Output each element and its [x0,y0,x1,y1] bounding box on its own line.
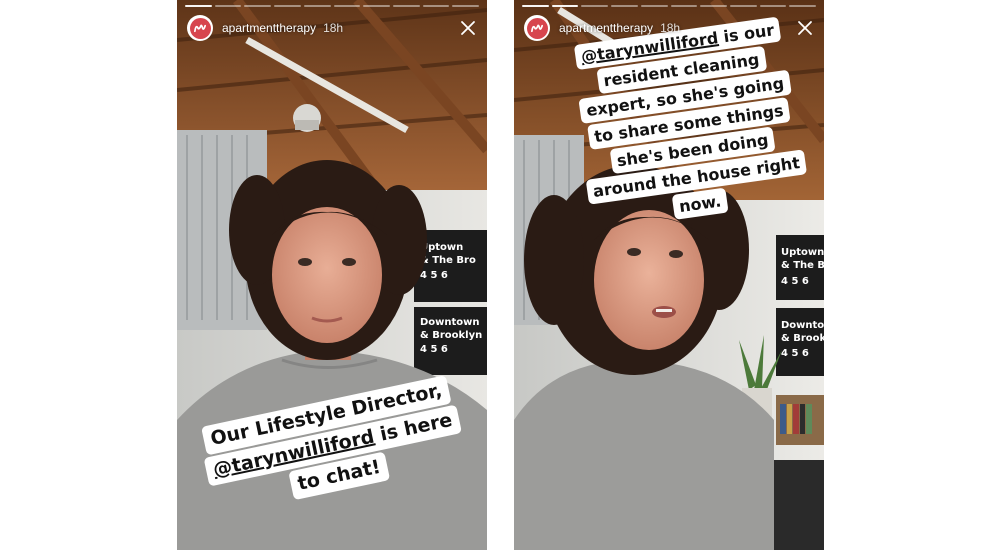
sign-line: & The Br [781,260,824,271]
sign-line: & The Bro [420,255,476,266]
story-header: apartmenttherapy 18h [524,14,816,42]
sign-line: 4 5 6 [420,270,448,281]
progress-segment [303,5,331,7]
progress-segment [452,5,480,7]
progress-segment [333,5,361,7]
story-timestamp: 18h [323,21,344,35]
story-progress-bar [185,5,480,7]
progress-segment [670,5,698,7]
progress-segment [214,5,242,7]
progress-segment [522,5,549,7]
account-username[interactable]: apartmenttherapy [222,21,316,35]
close-icon [461,21,475,35]
progress-segment [551,5,579,7]
progress-segment [759,5,787,7]
progress-segment [700,5,727,7]
story-frame-1[interactable]: Uptown & The Bro 4 5 6 Downtown & Brookl… [177,0,487,550]
progress-segment [611,5,638,7]
progress-segment [185,5,212,7]
sign-line: 4 5 6 [781,276,809,287]
story-progress-bar [522,5,817,7]
sign-line: Downtown [420,317,480,328]
progress-segment [392,5,420,7]
story-caption: @tarynwilliford is our resident cleaning… [552,14,824,236]
sign-line: Downto [781,320,824,331]
progress-segment [422,5,450,7]
account-username[interactable]: apartmenttherapy [559,21,653,35]
progress-segment [581,5,609,7]
progress-segment [274,5,301,7]
sign-line: & Brook [781,333,824,344]
account-avatar[interactable] [524,15,550,41]
story-header: apartmenttherapy 18h [187,14,479,42]
apartmenttherapy-logo-icon [189,17,211,39]
close-button[interactable] [794,17,816,39]
sign-line: & Brooklyn [420,330,482,341]
close-icon [798,21,812,35]
progress-segment [244,5,272,7]
sign-line: 4 5 6 [420,344,448,355]
story-frame-2[interactable]: Uptown & The Br 4 5 6 Downto & Brook 4 5… [514,0,824,550]
progress-segment [640,5,668,7]
caption-line: now. [671,187,729,220]
apartmenttherapy-logo-icon [526,17,548,39]
account-avatar[interactable] [187,15,213,41]
story-timestamp: 18h [660,21,681,35]
progress-segment [363,5,390,7]
progress-segment [729,5,757,7]
close-button[interactable] [457,17,479,39]
sign-line: 4 5 6 [781,348,809,359]
sign-line: Uptown [781,247,824,258]
progress-segment [789,5,817,7]
